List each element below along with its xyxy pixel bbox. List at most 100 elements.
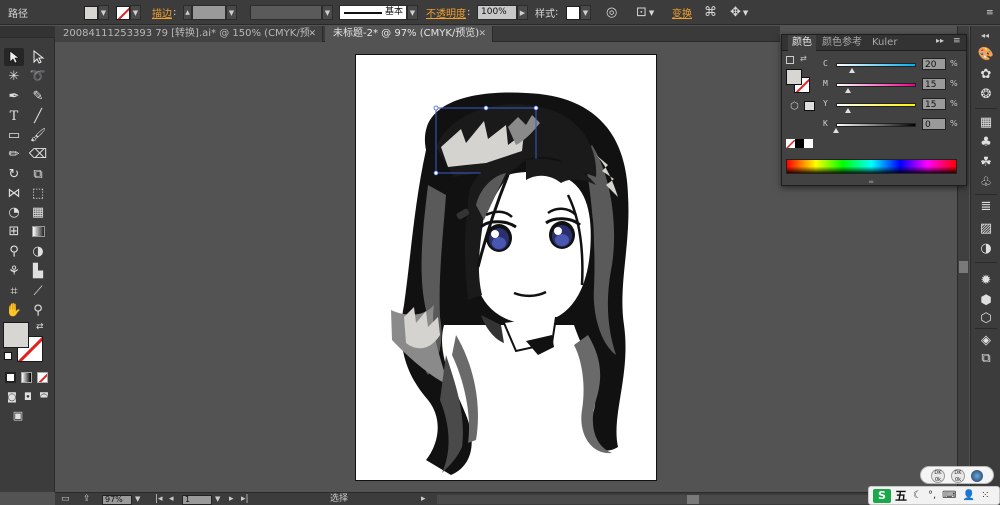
draw-inside-button[interactable]: ◚: [34, 388, 54, 406]
variable-width-dropdown[interactable]: ▼: [322, 5, 333, 20]
mesh-tool[interactable]: ⊞: [4, 222, 24, 240]
first-artboard-button[interactable]: |◂: [155, 493, 163, 505]
slider-thumb[interactable]: [833, 128, 839, 133]
line-segment-tool[interactable]: ╱: [28, 107, 48, 125]
black-swatch[interactable]: [795, 139, 804, 148]
opacity-control[interactable]: 100% ▶: [477, 0, 528, 25]
stroke-dropdown-arrow[interactable]: ▼: [130, 5, 141, 20]
graphic-style-dropdown[interactable]: ▼: [580, 5, 591, 20]
close-icon[interactable]: ✕: [478, 26, 486, 42]
tab-color-guide[interactable]: 颜色参考: [818, 35, 866, 51]
next-artboard-button[interactable]: ▸: [229, 493, 234, 505]
zoom-tool[interactable]: ⚲: [28, 301, 48, 319]
slider-track[interactable]: [836, 123, 916, 127]
align-options-button[interactable]: ⊡ ▼: [636, 0, 654, 25]
column-graph-tool[interactable]: ▙: [28, 262, 48, 280]
rotate-tool[interactable]: ↻: [4, 165, 24, 183]
symbol-sprayer-tool[interactable]: ⚘: [4, 262, 24, 280]
artboard-tool[interactable]: ⌗: [4, 282, 24, 300]
hand-tool[interactable]: ✋: [4, 301, 24, 319]
swatches-icon[interactable]: ▦: [978, 114, 994, 130]
direct-selection-tool[interactable]: [28, 48, 48, 66]
vertical-scrollbar-thumb[interactable]: [959, 261, 968, 273]
variable-width-field[interactable]: [250, 5, 322, 20]
type-tool[interactable]: T: [4, 107, 24, 125]
color-spectrum-bar[interactable]: [786, 159, 957, 174]
slider-value-field[interactable]: 20: [922, 58, 946, 70]
swap-fill-stroke-icon[interactable]: ⇄: [36, 322, 44, 332]
color-panel-icon[interactable]: 🎨: [978, 46, 994, 62]
artboards-icon[interactable]: ⧉: [978, 350, 994, 366]
out-of-gamut-icon[interactable]: ⬡: [790, 101, 799, 112]
panel-fill-box[interactable]: [786, 69, 802, 85]
curvature-tool[interactable]: ✎: [28, 87, 48, 105]
status-icon-left[interactable]: ▭: [61, 494, 70, 504]
brush-profile-dropdown[interactable]: ▼: [407, 5, 418, 20]
document-tab-2[interactable]: 未标题-2* @ 97% (CMYK/预览) ✕: [325, 26, 493, 42]
dock-collapse-icon[interactable]: ◂◂: [981, 31, 989, 40]
tab-color[interactable]: 颜色: [788, 35, 816, 51]
layers-icon[interactable]: ◈: [978, 332, 994, 348]
girl-illustration[interactable]: [356, 55, 656, 480]
slider-thumb[interactable]: [849, 68, 855, 73]
tools-panel-grip[interactable]: [0, 26, 55, 38]
panel-menu-button[interactable]: ≡: [986, 0, 994, 25]
slider-track[interactable]: [836, 63, 916, 67]
kuler-icon[interactable]: ❂: [978, 86, 994, 102]
ime-logo-icon[interactable]: S: [873, 488, 891, 503]
slider-track[interactable]: [836, 83, 916, 87]
tab-kuler[interactable]: Kuler: [868, 35, 901, 51]
fill-dropdown-arrow[interactable]: ▼: [98, 5, 109, 20]
fill-swatch[interactable]: [84, 5, 98, 20]
pen-tool[interactable]: ✒: [4, 87, 24, 105]
keyboard-icon[interactable]: ⌨: [942, 490, 956, 501]
stroke-icon[interactable]: ≣: [978, 198, 994, 214]
recolor-button[interactable]: ◎: [606, 0, 617, 25]
slider-value-field[interactable]: 15: [922, 78, 946, 90]
stroke-weight-control[interactable]: ▲ ▼: [183, 0, 237, 25]
close-icon[interactable]: ✕: [308, 26, 316, 42]
horizontal-scrollbar-thumb[interactable]: [687, 495, 699, 504]
eyedropper-tool[interactable]: ⚲: [4, 242, 24, 260]
status-menu-arrow[interactable]: ▸: [421, 493, 426, 505]
eraser-tool[interactable]: ⌫: [28, 145, 48, 163]
stroke-color-control[interactable]: ▼: [116, 0, 141, 25]
lasso-tool[interactable]: ➰: [28, 67, 48, 85]
free-transform-tool[interactable]: ⬚: [28, 184, 48, 202]
scale-tool[interactable]: ⧉: [28, 165, 48, 183]
artboard-dropdown-arrow[interactable]: ▼: [215, 493, 220, 505]
ime-grid-icon[interactable]: ⁙: [981, 490, 989, 501]
stroke-link[interactable]: 描边: [152, 5, 172, 20]
gradient-panel-icon[interactable]: ▨: [978, 220, 994, 236]
variable-width-control[interactable]: ▼: [250, 0, 333, 25]
stroke-weight-dropdown[interactable]: ▼: [226, 5, 237, 20]
zoom-dropdown-arrow[interactable]: ▼: [135, 493, 140, 505]
gradient-mode-button[interactable]: [21, 372, 32, 383]
horizontal-scrollbar[interactable]: [437, 495, 877, 504]
zoom-field[interactable]: 97%: [102, 495, 132, 505]
panel-resize-grip[interactable]: ═: [869, 178, 873, 186]
fill-color-box[interactable]: [3, 322, 29, 348]
isolate-button[interactable]: ⌘: [704, 0, 717, 25]
slice-tool[interactable]: ⟋: [28, 282, 48, 300]
paintbrush-tool[interactable]: 🖌: [28, 126, 48, 144]
perspective-grid-tool[interactable]: ▦: [28, 203, 48, 221]
transform-link[interactable]: 变换: [672, 5, 692, 20]
blend-tool[interactable]: ◑: [28, 242, 48, 260]
transform-link-wrap[interactable]: 变换: [672, 0, 692, 25]
brushes-icon[interactable]: ♣: [978, 134, 994, 150]
user-icon[interactable]: 👤: [963, 490, 975, 501]
slider-value-field[interactable]: 0: [922, 118, 946, 130]
opacity-link-wrap[interactable]: 不透明度 :: [426, 0, 470, 25]
appearance-icon[interactable]: ✹: [978, 272, 994, 288]
color-mode-button[interactable]: [5, 372, 16, 383]
graphic-styles-icon[interactable]: ⬢: [978, 292, 994, 308]
panel-menu-icon[interactable]: ≡: [953, 36, 961, 46]
graphic-styles-lib-icon[interactable]: ⬡: [978, 310, 994, 326]
shape-builder-tool[interactable]: ◔: [4, 203, 24, 221]
magic-wand-tool[interactable]: ✳: [4, 67, 24, 85]
stroke-weight-field[interactable]: [192, 5, 226, 20]
stroke-link-wrap[interactable]: 描边 :: [152, 0, 176, 25]
pencil-tool[interactable]: ✏: [4, 145, 24, 163]
none-mode-button[interactable]: [37, 372, 48, 383]
